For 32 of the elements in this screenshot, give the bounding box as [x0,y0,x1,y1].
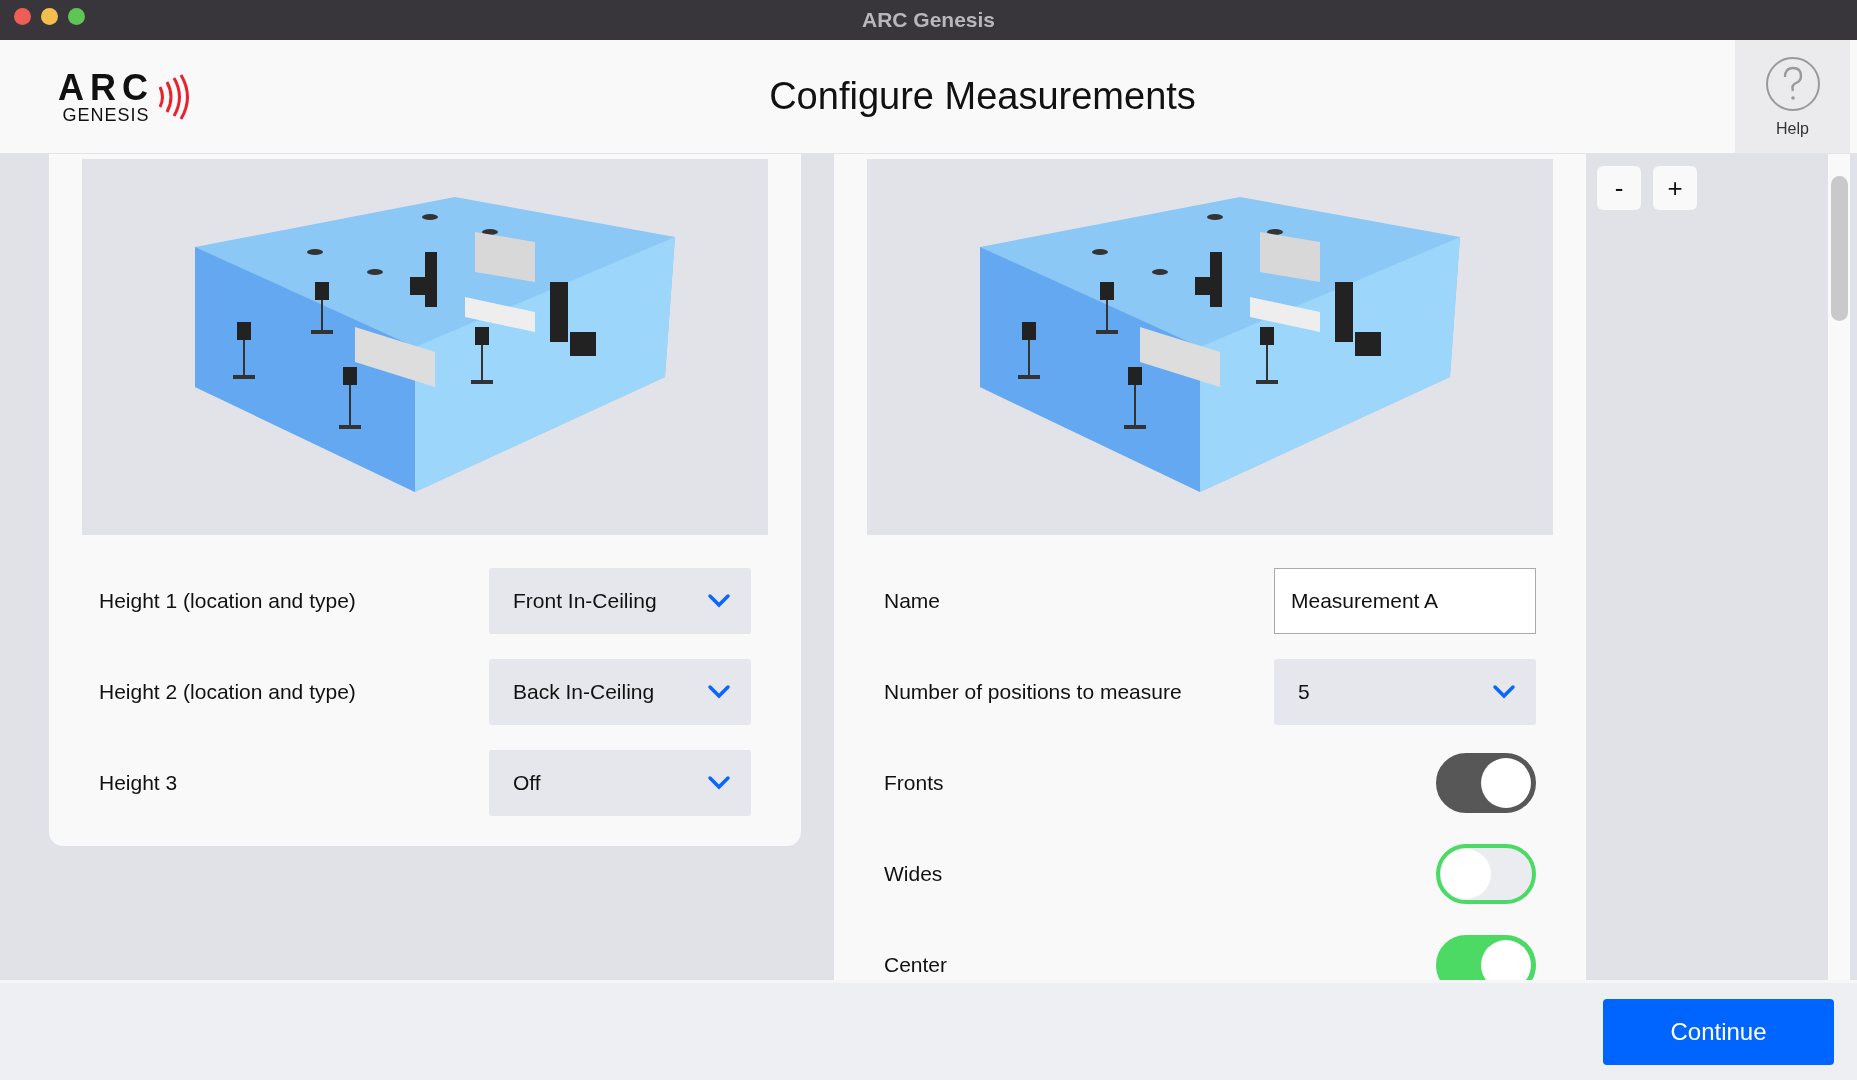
window-title: ARC Genesis [861,8,995,32]
chevron-down-icon [707,592,731,609]
name-input[interactable]: Measurement A [1274,567,1536,634]
field-label: Wides [884,861,943,886]
page-title: Configure Measurements [768,75,1197,118]
field-label: Height 3 [99,770,178,795]
dropdown[interactable]: Off [489,749,751,816]
field-label: Number of positions to measure [884,679,1182,704]
dropdown[interactable]: Back In-Ceiling [489,658,751,725]
logo-subtext: GENESIS [62,105,150,124]
chevron-down-icon [1492,683,1516,700]
toggle-switch[interactable] [1436,934,1536,980]
field-label: Center [884,952,948,977]
chevron-down-icon [707,774,731,791]
minimize-button[interactable] [41,8,58,25]
dropdown[interactable]: 5 [1274,658,1536,725]
field-label: Height 2 (location and type) [99,679,356,704]
zoom-button[interactable]: + [1653,166,1697,210]
help-button[interactable]: Help [1735,40,1850,153]
dropdown[interactable]: Front In-Ceiling [489,567,751,634]
field-label: Fronts [884,770,944,795]
close-button[interactable] [14,8,31,25]
help-icon [1764,55,1821,112]
logo-text: ARC [58,69,154,106]
field-label: Name [884,588,941,613]
maximize-button[interactable] [68,8,85,25]
sound-waves-icon [156,72,190,121]
chevron-down-icon [707,683,731,700]
scrollbar-thumb[interactable] [1830,176,1848,321]
continue-button[interactable]: Continue [1603,998,1834,1065]
zoom-button[interactable]: - [1597,166,1641,210]
field-label: Height 1 (location and type) [99,588,356,613]
